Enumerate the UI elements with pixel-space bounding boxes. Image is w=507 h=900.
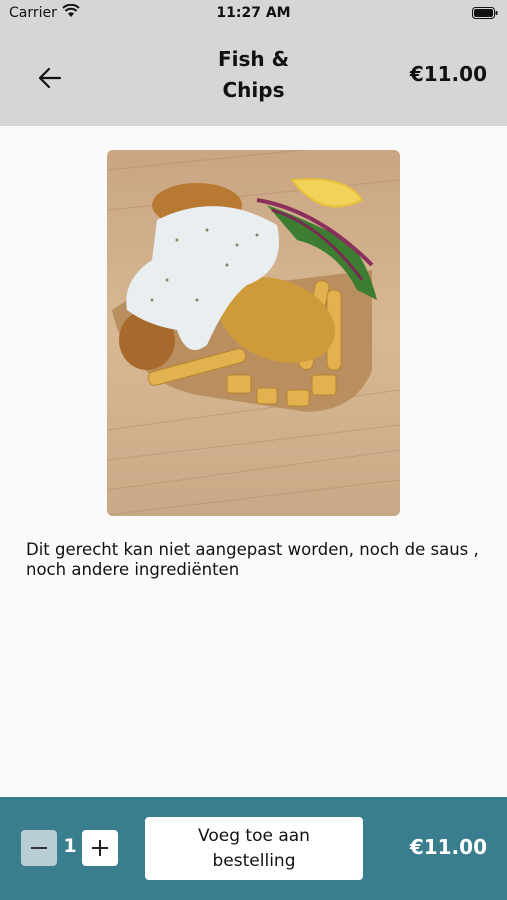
page-title-line1: Fish & bbox=[217, 47, 290, 71]
minus-icon bbox=[31, 847, 47, 849]
quantity-value: 1 bbox=[63, 835, 77, 857]
battery-icon bbox=[472, 7, 498, 19]
dish-photo bbox=[107, 150, 400, 516]
footer-price: €11.00 bbox=[409, 835, 487, 859]
nav-header: Fish & Chips €11.00 bbox=[0, 28, 507, 126]
add-button-line2: bestelling bbox=[212, 850, 296, 871]
header-price: €11.00 bbox=[409, 62, 487, 86]
order-footer: 1 Voeg toe aan bestelling €11.00 bbox=[0, 797, 507, 900]
arrow-left-icon bbox=[38, 67, 62, 89]
quantity-decrease-button[interactable] bbox=[21, 830, 57, 866]
back-button[interactable] bbox=[30, 62, 70, 94]
dish-description: Dit gerecht kan niet aangepast worden, n… bbox=[26, 540, 479, 579]
page-title-line2: Chips bbox=[222, 78, 285, 102]
plus-icon bbox=[92, 840, 108, 856]
status-bar: Carrier 11:27 AM bbox=[0, 0, 507, 28]
add-button-line1: Voeg toe aan bbox=[198, 825, 310, 846]
quantity-increase-button[interactable] bbox=[82, 830, 118, 866]
status-time: 11:27 AM bbox=[216, 5, 291, 21]
page-title: Fish & Chips bbox=[160, 44, 347, 106]
add-to-order-button[interactable]: Voeg toe aan bestelling bbox=[145, 817, 363, 880]
dish-image bbox=[107, 150, 400, 516]
